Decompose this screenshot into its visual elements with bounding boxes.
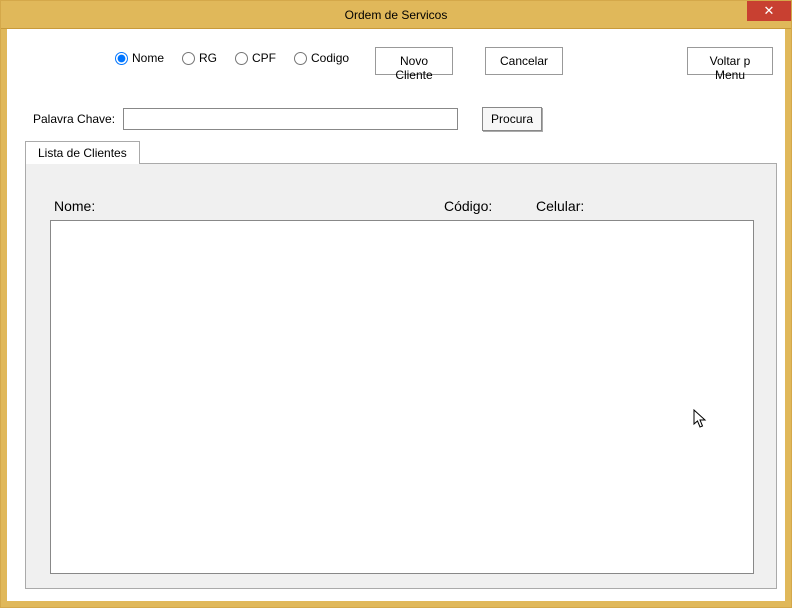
radio-rg[interactable]: RG [182,51,217,65]
procura-button[interactable]: Procura [482,107,542,131]
column-headers: Nome: Código: Celular: [54,198,748,214]
window-frame: Ordem de Servicos ✕ Nome RG [0,0,792,608]
column-celular-header: Celular: [536,198,748,214]
tab-body: Nome: Código: Celular: [25,163,777,589]
tab-header: Lista de Clientes [25,141,777,164]
column-codigo-header: Código: [444,198,536,214]
radio-rg-input[interactable] [182,52,195,65]
radio-cpf-label: CPF [252,51,276,65]
radio-nome[interactable]: Nome [115,51,164,65]
radio-nome-label: Nome [132,51,164,65]
voltar-menu-button[interactable]: Voltar p Menu [687,47,773,75]
search-row: Palavra Chave: Procura [33,107,542,131]
radio-codigo-label: Codigo [311,51,349,65]
radio-nome-input[interactable] [115,52,128,65]
content-area: Nome RG CPF Codigo Novo C [7,29,785,601]
radio-codigo[interactable]: Codigo [294,51,349,65]
radio-cpf-input[interactable] [235,52,248,65]
content-frame: Nome RG CPF Codigo Novo C [1,29,791,607]
window-title: Ordem de Servicos [345,8,448,22]
search-type-radio-group: Nome RG CPF Codigo [115,51,349,65]
column-nome-header: Nome: [54,198,444,214]
radio-codigo-input[interactable] [294,52,307,65]
radio-rg-label: RG [199,51,217,65]
titlebar[interactable]: Ordem de Servicos ✕ [1,1,791,29]
tab-lista-clientes[interactable]: Lista de Clientes [25,141,140,164]
data-listbox[interactable] [50,220,754,574]
tab-container: Lista de Clientes Nome: Código: Celular: [25,141,777,591]
cancelar-button[interactable]: Cancelar [485,47,563,75]
radio-cpf[interactable]: CPF [235,51,276,65]
close-icon: ✕ [764,3,775,19]
search-input[interactable] [123,108,458,130]
close-button[interactable]: ✕ [747,1,791,21]
search-label: Palavra Chave: [33,112,115,126]
novo-cliente-button[interactable]: Novo Cliente [375,47,453,75]
